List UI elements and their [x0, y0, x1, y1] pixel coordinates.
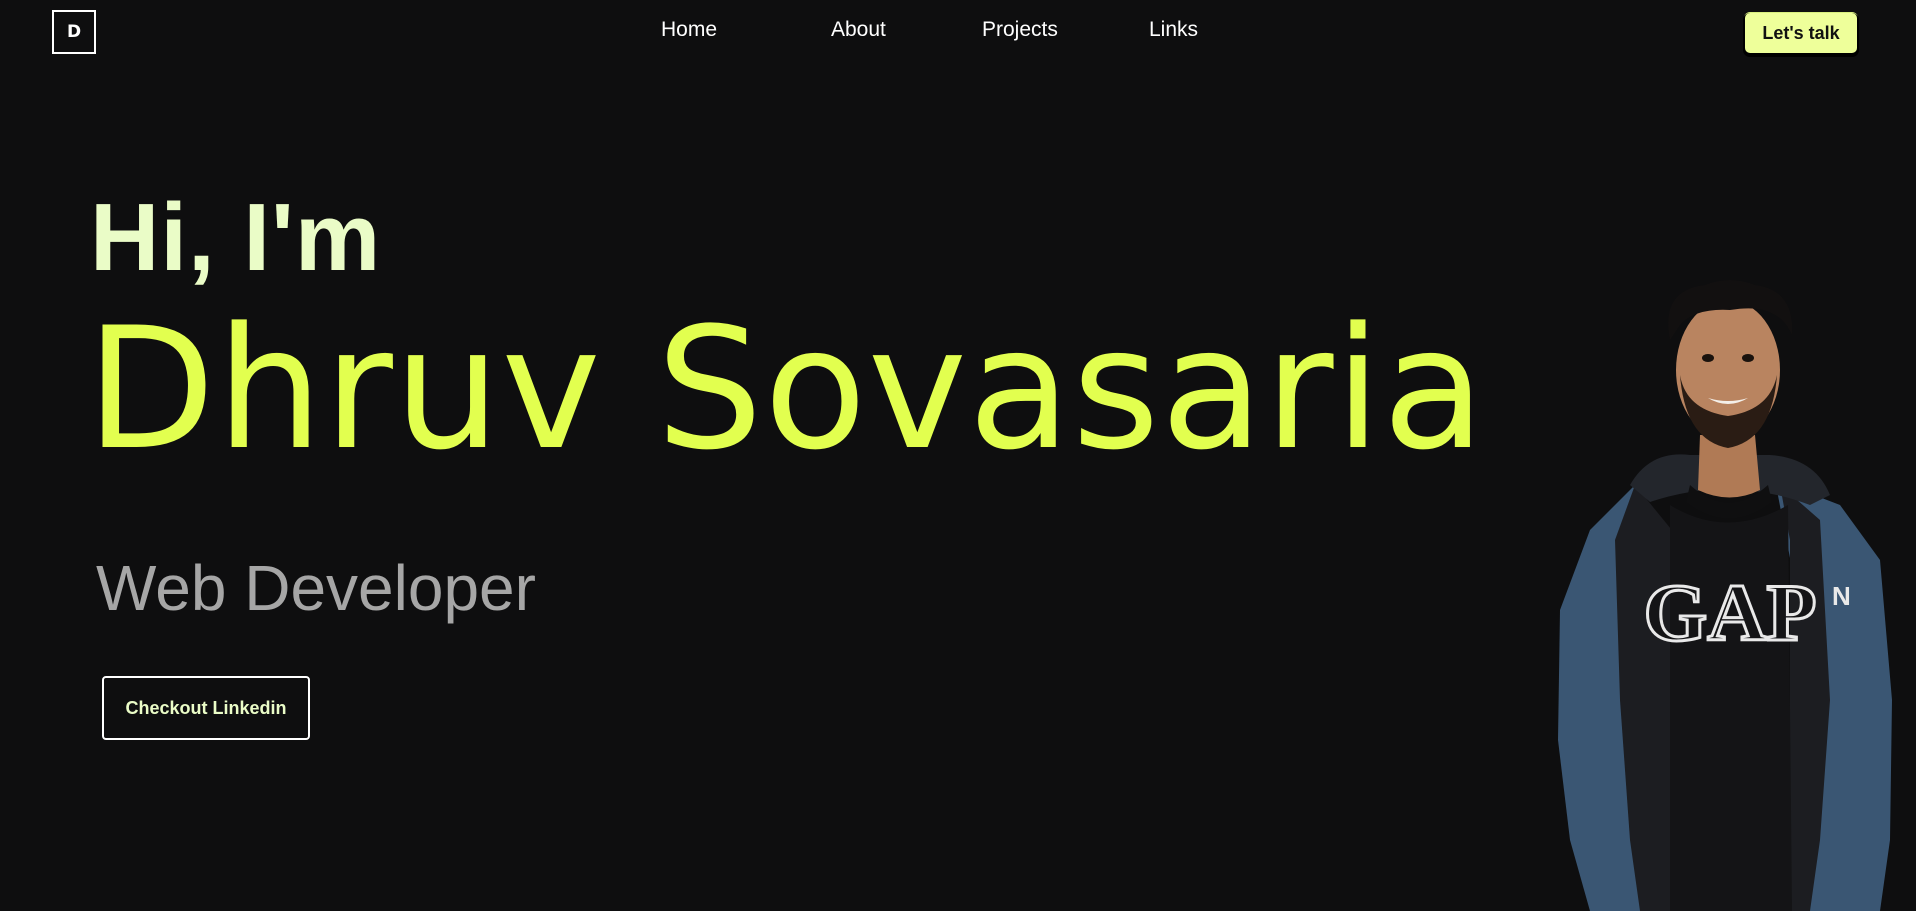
nav-link-about[interactable]: About [831, 18, 886, 42]
svg-text:GAP: GAP [1643, 567, 1816, 658]
person-photo-icon: GAP N [1558, 280, 1892, 911]
lets-talk-button[interactable]: Let's talk [1745, 13, 1857, 53]
hero-role: Web Developer [96, 552, 536, 624]
hero-name: Dhruv Sovasaria [86, 291, 1487, 487]
logo[interactable]: D [52, 10, 96, 54]
portfolio-page: D Home About Projects Links Let's talk H… [0, 0, 1916, 911]
nav-link-links[interactable]: Links [1149, 18, 1198, 42]
checkout-linkedin-button[interactable]: Checkout Linkedin [102, 676, 310, 740]
nav-link-home[interactable]: Home [661, 18, 717, 42]
navbar: D Home About Projects Links Let's talk [0, 0, 1916, 66]
svg-text:N: N [1832, 581, 1851, 611]
nav-link-projects[interactable]: Projects [982, 18, 1058, 42]
hero-greeting: Hi, I'm [90, 184, 382, 291]
